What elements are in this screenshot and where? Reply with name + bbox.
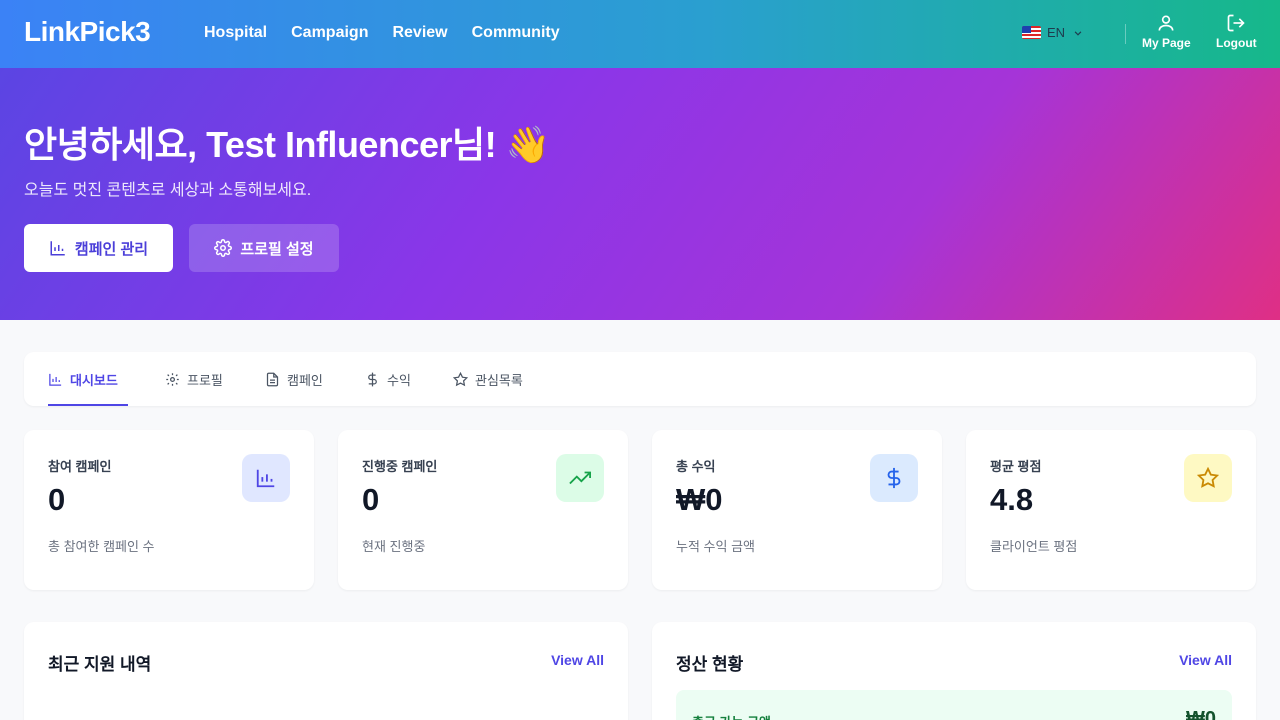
dashboard-tabs: 대시보드 프로필 캠페인 수익 관심목록 [24, 352, 1256, 406]
tab-earnings[interactable]: 수익 [365, 352, 411, 406]
gear-icon [166, 372, 179, 386]
bar-chart-icon [256, 469, 275, 488]
tab-label: 대시보드 [70, 372, 118, 388]
star-icon [453, 371, 468, 386]
star-icon [1197, 467, 1219, 488]
logo[interactable]: LinkPick3 [24, 16, 151, 48]
stat-description: 누적 수익 금액 [676, 539, 755, 554]
stat-label: 참여 캠페인 [48, 459, 112, 474]
my-page-label: My Page [1142, 36, 1191, 50]
logout-label: Logout [1216, 36, 1257, 50]
profile-settings-button[interactable]: 프로필 설정 [189, 224, 339, 272]
stat-description: 총 참여한 캠페인 수 [48, 539, 155, 554]
campaign-management-label: 캠페인 관리 [74, 240, 149, 258]
view-all-link[interactable]: View All [1179, 652, 1232, 668]
withdrawable-amount-box: 출금 가능 금액 ₩0 [676, 690, 1232, 720]
view-all-link[interactable]: View All [551, 652, 604, 668]
nav-campaign[interactable]: Campaign [291, 24, 368, 42]
gear-icon [214, 239, 233, 257]
withdrawable-label: 출금 가능 금액 [692, 712, 771, 720]
greeting-subtitle: 오늘도 멋진 콘텐츠로 세상과 소통해보세요. [24, 182, 312, 199]
document-icon [266, 372, 279, 386]
bar-chart-icon [49, 373, 62, 386]
stat-value: ₩0 [676, 482, 723, 517]
user-icon [1158, 15, 1174, 31]
stat-label: 진행중 캠페인 [362, 459, 438, 474]
nav-review[interactable]: Review [392, 24, 447, 42]
panel-title: 정산 현황 [676, 655, 744, 674]
recent-applications-panel: 최근 지원 내역 View All [24, 622, 628, 720]
campaign-management-button[interactable]: 캠페인 관리 [24, 224, 173, 272]
chevron-down-icon [1074, 30, 1082, 36]
main-nav: Hospital Campaign Review Community [204, 24, 560, 42]
trending-up-icon [569, 471, 591, 485]
logout-icon [1227, 14, 1246, 32]
nav-community[interactable]: Community [472, 24, 560, 42]
stat-card-active-campaigns: 진행중 캠페인 0 현재 진행중 [338, 430, 628, 590]
stat-description: 클라이언트 평점 [990, 539, 1078, 554]
tab-label: 프로필 [187, 372, 223, 388]
stat-card-average-rating: 평균 평점 4.8 클라이언트 평점 [966, 430, 1256, 590]
stat-icon-badge [1184, 454, 1232, 502]
my-page-button[interactable]: My Page [1142, 13, 1191, 50]
stat-card-total-earnings: 총 수익 ₩0 누적 수익 금액 [652, 430, 942, 590]
stat-label: 평균 평점 [990, 459, 1042, 474]
tab-campaign[interactable]: 캠페인 [265, 352, 323, 406]
stat-value: 0 [362, 482, 380, 517]
welcome-hero: 안녕하세요, Test Influencer님! 👋 오늘도 멋진 콘텐츠로 세… [0, 68, 1280, 320]
logout-button[interactable]: Logout [1216, 13, 1257, 50]
stat-description: 현재 진행중 [362, 539, 426, 554]
tab-dashboard[interactable]: 대시보드 [48, 352, 128, 406]
language-label: EN [1047, 25, 1066, 40]
stat-icon-badge [556, 454, 604, 502]
stat-card-participated-campaigns: 참여 캠페인 0 총 참여한 캠페인 수 [24, 430, 314, 590]
stat-value: 0 [48, 482, 66, 517]
tab-label: 관심목록 [475, 372, 523, 388]
bar-chart-icon [50, 241, 65, 256]
tab-profile[interactable]: 프로필 [165, 352, 223, 406]
tab-label: 수익 [387, 372, 411, 388]
stat-value: 4.8 [990, 482, 1034, 517]
tab-label: 캠페인 [287, 372, 323, 388]
stat-label: 총 수익 [676, 459, 716, 474]
settlement-status-panel: 정산 현황 View All 출금 가능 금액 ₩0 [652, 622, 1256, 720]
nav-hospital[interactable]: Hospital [204, 24, 267, 42]
dollar-icon [368, 372, 377, 386]
profile-settings-label: 프로필 설정 [240, 240, 314, 258]
header-divider [1125, 24, 1126, 44]
panel-title: 최근 지원 내역 [48, 655, 152, 674]
us-flag-icon [1022, 26, 1041, 39]
language-selector[interactable]: EN [1022, 25, 1085, 40]
withdrawable-value: ₩0 [1186, 708, 1216, 720]
stat-icon-badge [870, 454, 918, 502]
tab-wishlist[interactable]: 관심목록 [453, 352, 523, 406]
stat-icon-badge [242, 454, 290, 502]
dollar-icon [887, 467, 901, 489]
top-navigation-bar: LinkPick3 Hospital Campaign Review Commu… [0, 0, 1280, 68]
greeting-heading: 안녕하세요, Test Influencer님! 👋 [24, 124, 550, 165]
